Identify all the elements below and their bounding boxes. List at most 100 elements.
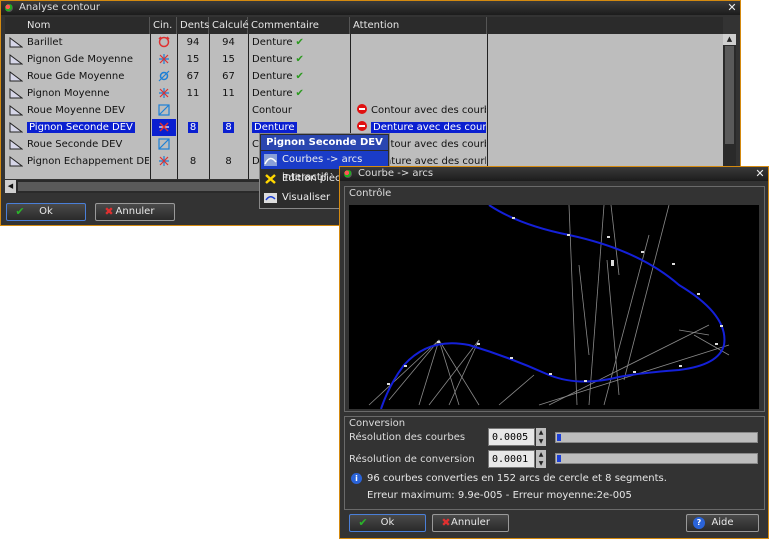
slider-knob[interactable] xyxy=(557,455,561,462)
col-header-dents[interactable]: Dents xyxy=(177,17,209,34)
row-dents: 8 xyxy=(189,156,197,167)
row-name: Pignon Gde Moyenne xyxy=(27,54,133,65)
cancel-button[interactable]: ✖ Annuler xyxy=(432,514,509,532)
cell-dents: 67 xyxy=(178,68,208,85)
cell-calcule: 15 xyxy=(210,51,247,68)
cancel-x-icon: ✖ xyxy=(104,205,114,218)
no-entry-icon xyxy=(357,104,367,114)
check-icon: ✔ xyxy=(358,516,368,529)
close-icon[interactable]: ✕ xyxy=(754,168,766,180)
ok-button[interactable]: ✔ Ok xyxy=(6,203,86,221)
kinematic-icon xyxy=(152,34,176,51)
part-outline-icon xyxy=(9,156,24,173)
row-comment: Denture xyxy=(252,54,293,65)
table-row[interactable]: Pignon Gde Moyenne 15 15 Denture ✔ xyxy=(5,51,723,68)
scroll-up-icon[interactable]: ▲ xyxy=(723,34,736,45)
error-summary: Erreur maximum: 9.9e-005 - Erreur moyenn… xyxy=(367,490,632,501)
context-menu-header: Pignon Seconde DEV xyxy=(261,135,388,150)
row-calcule: 8 xyxy=(225,156,232,167)
row-name: Roue Seconde DEV xyxy=(27,139,123,150)
help-icon: ? xyxy=(693,517,705,529)
preview-canvas[interactable] xyxy=(349,204,759,410)
cell-nom: Roue Seconde DEV xyxy=(27,136,149,153)
row-name: Pignon Seconde DEV xyxy=(27,122,135,133)
row-dents: 15 xyxy=(186,54,200,65)
decrement-icon[interactable]: ▼ xyxy=(536,437,546,446)
check-icon: ✔ xyxy=(295,71,304,82)
kinematic-icon xyxy=(152,119,176,136)
courbe-arcs-titlebar[interactable]: Courbe -> arcs ✕ xyxy=(340,167,768,181)
cell-calcule xyxy=(210,136,247,153)
row-dents: 8 xyxy=(187,122,199,133)
conversion-resolution-input[interactable] xyxy=(488,450,535,468)
row-dents: 67 xyxy=(186,71,200,82)
decrement-icon[interactable]: ▼ xyxy=(536,459,546,468)
row-comment: Denture xyxy=(252,71,293,82)
check-icon: ✔ xyxy=(15,205,25,218)
cell-dents: 11 xyxy=(178,85,208,102)
row-warning: Denture avec des courbes xyxy=(371,122,486,133)
cell-calcule: 94 xyxy=(210,34,247,51)
conversion-summary: 96 courbes converties en 152 arcs de cer… xyxy=(367,473,667,484)
increment-icon[interactable]: ▲ xyxy=(536,450,546,459)
view-icon xyxy=(264,193,277,203)
cell-nom: Pignon Seconde DEV xyxy=(27,119,149,136)
cell-nom: Pignon Gde Moyenne xyxy=(27,51,149,68)
col-header-cin[interactable]: Cin. xyxy=(150,17,177,34)
row-dents: 11 xyxy=(186,88,200,99)
cell-calcule: 11 xyxy=(210,85,247,102)
col-header-attention[interactable]: Attention xyxy=(350,17,487,34)
window-title: Analyse contour xyxy=(19,2,100,13)
help-button[interactable]: ? Aide xyxy=(686,514,759,532)
cell-attention: Contour avec des courbes xyxy=(352,102,486,119)
curve-resolution-input[interactable] xyxy=(488,428,535,446)
courbe-arcs-window: Courbe -> arcs ✕ Contrôle Conversion Rés… xyxy=(339,166,769,539)
cell-calcule: 8 xyxy=(210,153,247,170)
scroll-left-icon[interactable]: ◀ xyxy=(5,180,16,193)
check-icon: ✔ xyxy=(295,37,304,48)
row-name: Pignon Moyenne xyxy=(27,88,110,99)
slider-knob[interactable] xyxy=(557,434,561,441)
increment-icon[interactable]: ▲ xyxy=(536,428,546,437)
close-icon[interactable]: ✕ xyxy=(726,2,738,14)
window-title: Courbe -> arcs xyxy=(358,168,434,179)
kinematic-icon xyxy=(152,51,176,68)
row-calcule: 11 xyxy=(222,88,235,99)
ok-button[interactable]: ✔ Ok xyxy=(349,514,426,532)
cancel-button-label: Annuler xyxy=(115,206,155,217)
ok-button-label: Ok xyxy=(39,206,53,217)
cell-commentaire: Denture ✔ xyxy=(249,68,349,85)
table-row[interactable]: Pignon Moyenne 11 11 Denture ✔ xyxy=(5,85,723,102)
curve-arc-icon xyxy=(264,154,277,166)
cancel-x-icon: ✖ xyxy=(441,516,451,529)
table-row[interactable]: Barillet 94 94 Denture ✔ xyxy=(5,34,723,51)
cell-commentaire: Contour xyxy=(249,102,349,119)
vertical-scrollbar[interactable]: ▲ ▼ xyxy=(723,34,736,179)
cell-dents: 15 xyxy=(178,51,208,68)
scroll-thumb[interactable] xyxy=(725,46,734,144)
curve-resolution-slider[interactable] xyxy=(555,432,758,443)
row-calcule: 94 xyxy=(222,37,235,48)
cell-calcule xyxy=(210,102,247,119)
kinematic-icon xyxy=(152,68,176,85)
table-row[interactable]: Roue Moyenne DEV Contour Contour avec des … xyxy=(5,102,723,119)
curve-resolution-stepper[interactable]: ▲ ▼ xyxy=(488,428,546,446)
cell-dents xyxy=(178,102,208,119)
col-header-calcule[interactable]: Calculé xyxy=(209,17,249,34)
cancel-button-label: Annuler xyxy=(451,517,490,528)
col-header-commentaire[interactable]: Commentaire xyxy=(248,17,350,34)
kinematic-icon xyxy=(152,102,176,119)
col-header-nom[interactable]: Nom xyxy=(5,17,150,34)
row-comment: Contour xyxy=(252,105,292,116)
analyse-contour-titlebar[interactable]: Analyse contour ✕ xyxy=(1,1,740,15)
row-calcule: 15 xyxy=(222,54,235,65)
cell-attention xyxy=(352,51,486,68)
conversion-resolution-stepper[interactable]: ▲ ▼ xyxy=(488,450,546,468)
conversion-resolution-slider[interactable] xyxy=(555,453,758,464)
edit-part-icon xyxy=(265,174,276,184)
kinematic-icon xyxy=(152,136,176,153)
table-row[interactable]: Roue Gde Moyenne 67 67 Denture ✔ xyxy=(5,68,723,85)
row-name: Roue Moyenne DEV xyxy=(27,105,125,116)
cancel-button[interactable]: ✖ Annuler xyxy=(95,203,175,221)
cell-dents: 8 xyxy=(178,153,208,170)
